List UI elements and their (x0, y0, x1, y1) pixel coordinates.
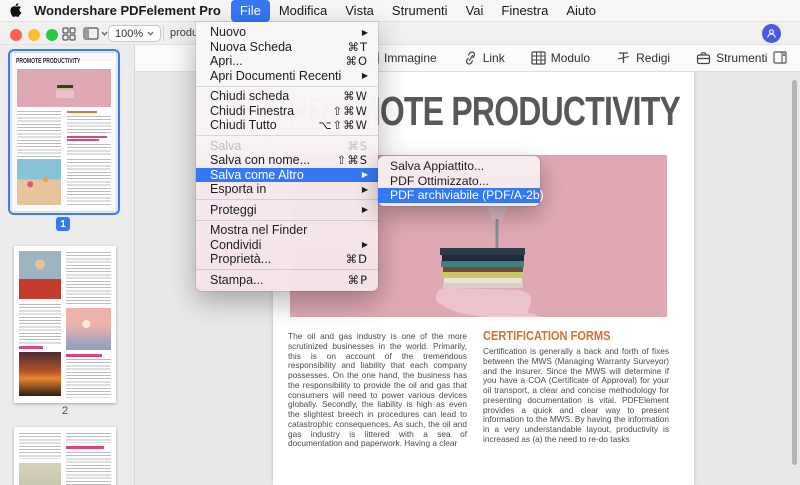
menu-separator (196, 135, 378, 136)
thumbnail-beach-photo (17, 159, 61, 205)
menu-item-esporta-in[interactable]: Esporta in ▶ (196, 182, 378, 197)
chevron-down-icon (101, 31, 108, 36)
toolbar-label: Link (482, 51, 505, 65)
grid-icon (62, 26, 76, 41)
menu-item-condividi[interactable]: Condividi ▶ (196, 238, 378, 253)
thumbnail-highfive-photo (19, 463, 61, 485)
apple-icon (9, 3, 21, 17)
submenu-arrow-icon: ▶ (361, 240, 368, 250)
page-number-badge: 1 (56, 217, 70, 231)
person-icon (767, 29, 776, 38)
sidebar-toggle-button[interactable] (83, 26, 108, 41)
account-avatar[interactable] (762, 24, 781, 43)
page-thumbnail-2[interactable] (14, 246, 116, 403)
menubar-item-modifica[interactable]: Modifica (270, 0, 336, 22)
submenu-arrow-icon: ▶ (361, 27, 368, 37)
chevron-down-icon (147, 31, 154, 36)
submenu-arrow-icon: ▶ (361, 170, 368, 180)
menu-item-proteggi[interactable]: Proteggi ▶ (196, 203, 378, 218)
toolbar-redigi-button[interactable]: Redigi (616, 51, 670, 65)
document-right-paragraph: Certification is generally a back and fo… (483, 346, 669, 444)
submenu-arrow-icon: ▶ (361, 205, 368, 215)
tools-icon (696, 51, 711, 65)
menu-separator (196, 219, 378, 221)
menubar-item-vista[interactable]: Vista (336, 0, 383, 22)
submenu-item-pdf-ottimizzato[interactable]: PDF Ottimizzato... (378, 174, 540, 189)
app-window: PROMOTE PRODUCTIVITY The oil and gas ind… (0, 0, 800, 485)
document-right-column: CERTIFICATION FORMS Certification is gen… (483, 328, 669, 445)
reading-panel-button[interactable] (773, 51, 787, 64)
menubar-item-vai[interactable]: Vai (457, 0, 493, 22)
thumbnail-bulb-photo (66, 308, 111, 350)
toolbar-label: Strumenti (716, 51, 768, 65)
menu-item-proprieta[interactable]: Proprietà... ⌘D (196, 252, 378, 267)
submenu-item-pdf-archiviabile[interactable]: PDF archiviabile (PDF/A-2b) (378, 188, 544, 203)
redact-icon (616, 51, 631, 65)
menu-item-salva-come-altro[interactable]: Salva come Altro ▶ (196, 167, 378, 182)
menu-item-chiudi-finestra[interactable]: Chiudi Finestra ⇧⌘W (196, 104, 378, 119)
menu-item-stampa[interactable]: Stampa... ⌘P (196, 273, 378, 288)
salva-come-altro-submenu: Salva Appiattito... PDF Ottimizzato... P… (378, 156, 544, 206)
toolbar-modulo-button[interactable]: Modulo (531, 51, 590, 65)
app-name: Wondershare PDFelement Pro (34, 3, 221, 18)
link-icon (463, 51, 478, 65)
menu-item-apri-documenti-recenti[interactable]: Apri Documenti Recenti ▶ (196, 69, 378, 84)
panel-icon (83, 27, 99, 40)
form-icon (531, 51, 546, 65)
book-panel-icon (773, 51, 787, 64)
submenu-arrow-icon: ▶ (361, 71, 368, 81)
menu-item-salva: Salva ⌘S (210, 138, 368, 153)
menu-item-nuovo[interactable]: Nuovo ▶ (196, 25, 378, 40)
close-window-button[interactable] (10, 29, 22, 41)
menu-separator (196, 199, 378, 200)
certification-forms-heading: CERTIFICATION FORMS (483, 328, 611, 343)
page-thumbnail-1[interactable]: PROMOTE PRODUCTIVITY (8, 49, 120, 215)
page-thumbnail-3[interactable] (14, 427, 116, 485)
menu-item-chiudi-scheda[interactable]: Chiudi scheda ⌘W (196, 89, 378, 104)
page-number-label: 2 (61, 405, 69, 417)
tab-divider (163, 26, 164, 41)
apple-menu[interactable] (0, 3, 30, 18)
zoom-level-dropdown[interactable]: 100% (108, 25, 162, 42)
zoom-level-value: 100% (115, 27, 144, 40)
menubar-item-finestra[interactable]: Finestra (492, 0, 557, 22)
window-titlebar: 100% produ (0, 22, 800, 45)
thumbnail-view-button[interactable] (62, 26, 76, 41)
document-left-column: The oil and gas industry is one of the m… (288, 331, 467, 449)
vertical-scrollbar[interactable] (792, 80, 797, 465)
file-menu-dropdown: Nuovo ▶ Nuova Scheda ⌘T Apri... ⌘O Apri Doc… (196, 22, 378, 291)
thumbnail-oilpump-photo (19, 352, 61, 396)
menu-item-nuova-scheda[interactable]: Nuova Scheda ⌘T (196, 40, 378, 55)
fullscreen-window-button[interactable] (46, 29, 58, 41)
macos-menubar: Wondershare PDFelement Pro File Modifica… (0, 0, 800, 22)
toolbar-label: Modulo (550, 51, 591, 65)
menu-separator (196, 85, 378, 87)
toolbar-link-button[interactable]: Link (463, 51, 505, 65)
menu-item-mostra-nel-finder[interactable]: Mostra nel Finder (196, 223, 378, 238)
submenu-arrow-icon: ▶ (361, 184, 368, 194)
menubar-item-aiuto[interactable]: Aiuto (557, 0, 605, 22)
toolbar-label: Redigi (636, 51, 671, 65)
thumbnail-man-photo (19, 251, 61, 299)
toolbar-strumenti-button[interactable]: Strumenti (696, 51, 767, 65)
thumbnail-sidebar: PROMOTE PRODUCTIVITY 1 2 (0, 45, 135, 485)
toolbar-label: Immagine (384, 51, 437, 65)
menu-separator (196, 269, 378, 270)
menubar-item-strumenti[interactable]: Strumenti (383, 0, 457, 22)
menu-item-chiudi-tutto[interactable]: Chiudi Tutto ⌥⇧⌘W (196, 118, 378, 133)
menu-item-salva-con-nome[interactable]: Salva con nome... ⇧⌘S (196, 153, 378, 168)
minimize-window-button[interactable] (28, 29, 40, 41)
thumbnail-title: PROMOTE PRODUCTIVITY (16, 58, 81, 65)
menubar-item-file[interactable]: File (230, 0, 270, 22)
document-tab[interactable]: produ (170, 27, 196, 39)
submenu-item-salva-appiattito[interactable]: Salva Appiattito... (378, 159, 540, 174)
menu-item-apri[interactable]: Apri... ⌘O (196, 54, 378, 69)
